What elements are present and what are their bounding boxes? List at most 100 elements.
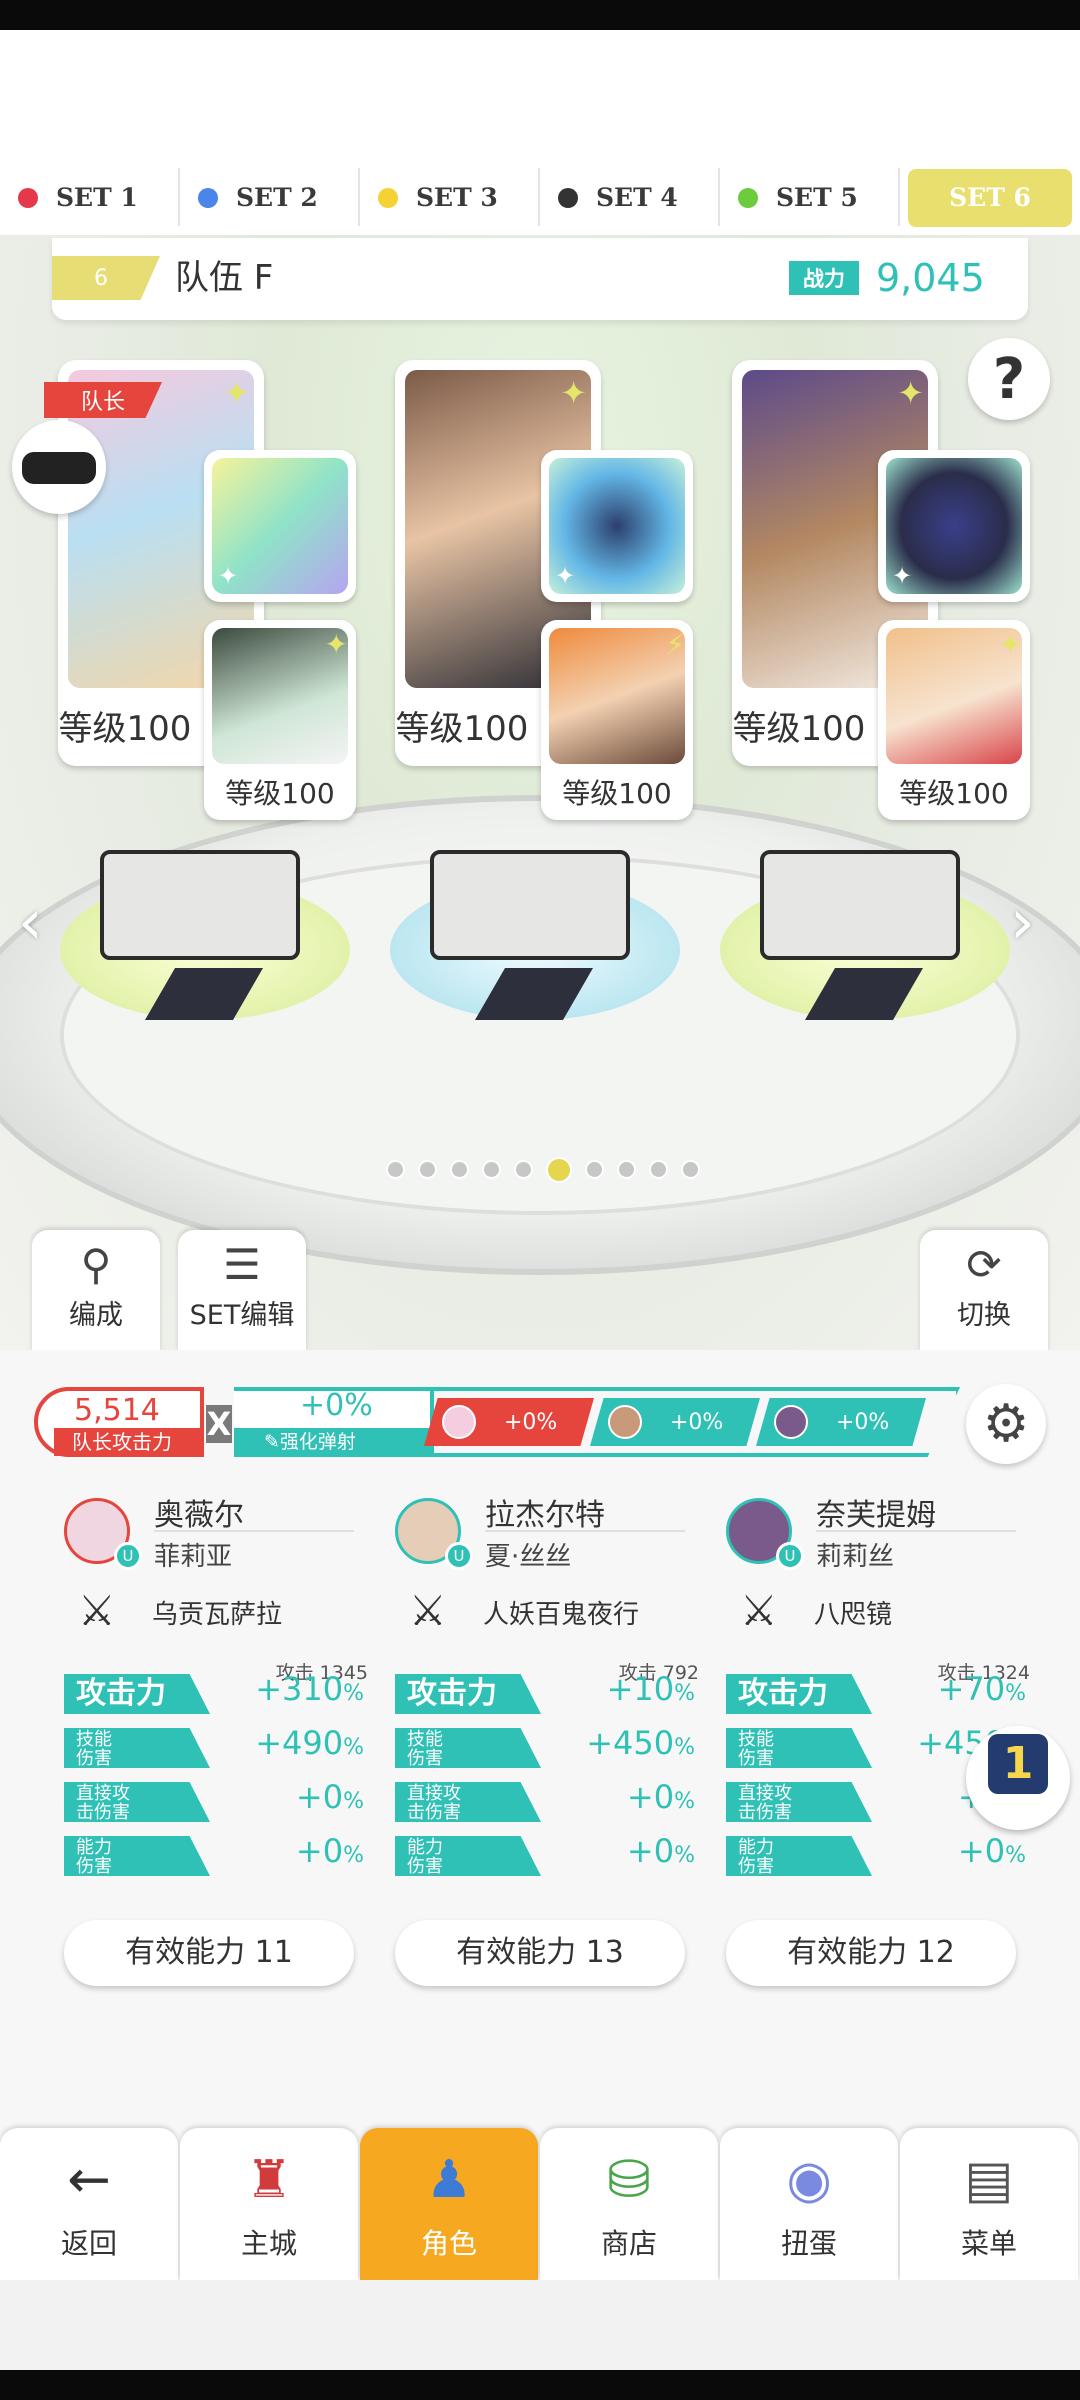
- pedestal-3[interactable]: [720, 850, 1010, 1020]
- set-5-color-dot: [738, 187, 758, 208]
- power-value: 9,045: [876, 256, 985, 300]
- stat-label: 直接攻 击伤害: [726, 1782, 872, 1822]
- help-button[interactable]: ?: [968, 338, 1050, 420]
- pedestal-2[interactable]: [390, 850, 680, 1020]
- boost-label-text: 强化弹射: [279, 1431, 356, 1453]
- leader-attack-value: 5,514: [74, 1393, 160, 1428]
- set-1-color-dot: [18, 187, 38, 208]
- tab-label: SET 4: [596, 183, 678, 212]
- question-icon: ?: [992, 346, 1026, 412]
- boost-label: ✎强化弹射: [234, 1428, 434, 1457]
- sub-hero-card-2[interactable]: ⚡ 等级100: [541, 620, 693, 820]
- page-dot[interactable]: [450, 1160, 469, 1179]
- sub-hero-card-3[interactable]: ✦ 等级100: [878, 620, 1030, 820]
- chip-member-3: +0%: [756, 1398, 926, 1446]
- stat-value: +0%: [627, 1832, 695, 1870]
- page-dot[interactable]: [482, 1160, 501, 1179]
- effective-ability-button[interactable]: 有效能力 12: [726, 1920, 1016, 1986]
- nav-back[interactable]: ← 返回: [0, 2128, 178, 2280]
- unit-icon: U: [114, 1542, 142, 1570]
- page-dot[interactable]: [514, 1160, 533, 1179]
- hero-level: 等级100: [395, 709, 529, 749]
- nav-character[interactable]: ♟ 角色: [360, 2128, 538, 2280]
- percent-sign: %: [343, 1789, 364, 1814]
- power-label: 战力: [789, 261, 859, 295]
- tab-set-1[interactable]: SET 1: [0, 160, 180, 235]
- tab-set-6[interactable]: SET 6: [900, 160, 1080, 235]
- nav-gacha[interactable]: ◉ 扭蛋: [720, 2128, 898, 2280]
- settings-button[interactable]: ⚙: [966, 1384, 1046, 1464]
- sparkle-icon: ✦: [218, 562, 239, 590]
- stat-row-attack: 攻击力 +310%: [64, 1670, 364, 1714]
- nav-menu[interactable]: ▤ 菜单: [900, 2128, 1078, 2280]
- team-name[interactable]: 队伍 F: [175, 256, 273, 300]
- tab-set-5[interactable]: SET 5: [720, 160, 900, 235]
- tab-set-2[interactable]: SET 2: [180, 160, 360, 235]
- page-dot-active[interactable]: [546, 1157, 572, 1183]
- stat-value: +0%: [296, 1778, 364, 1816]
- formation-button[interactable]: ⚲ 编成: [32, 1230, 160, 1352]
- percent-sign: %: [1005, 1843, 1026, 1868]
- member-sub-name: 莉莉丝: [816, 1542, 895, 1572]
- next-arrow-icon[interactable]: ›: [1010, 885, 1035, 958]
- sparkle-icon: ✦: [555, 562, 576, 590]
- effective-ability-button[interactable]: 有效能力 11: [64, 1920, 354, 1986]
- effective-ability-button[interactable]: 有效能力 13: [395, 1920, 685, 1986]
- percent-sign: %: [343, 1735, 364, 1760]
- set-edit-button[interactable]: ☰ SET编辑: [178, 1230, 306, 1352]
- stat-label: 技能 伤害: [395, 1728, 541, 1768]
- weapon-slot-2[interactable]: ✦: [541, 450, 693, 602]
- weapon-slot-3[interactable]: ✦: [878, 450, 1030, 602]
- boost-value: +0%: [300, 1388, 373, 1423]
- prev-arrow-icon[interactable]: ‹: [18, 885, 43, 958]
- weapon-slot-1[interactable]: ✦: [204, 450, 356, 602]
- stat-value: +0%: [627, 1778, 695, 1816]
- stat-number: +0: [957, 1832, 1006, 1870]
- stat-label: 能力 伤害: [64, 1836, 210, 1876]
- stat-value: +10%: [607, 1670, 695, 1708]
- sparkle-icon: ✦: [998, 628, 1022, 661]
- formation-icon: ⚲: [80, 1240, 112, 1289]
- page-dot[interactable]: [585, 1160, 604, 1179]
- nav-shop[interactable]: ⛁ 商店: [540, 2128, 718, 2280]
- rank-badge[interactable]: 1: [966, 1726, 1070, 1830]
- gear-icon: ⚙: [982, 1394, 1030, 1454]
- pedestal-base: [430, 850, 630, 960]
- sub-hero-card-1[interactable]: ✦ 等级100: [204, 620, 356, 820]
- stat-number: +310: [255, 1670, 344, 1708]
- divider: [485, 1530, 685, 1532]
- list-icon: ☰: [223, 1240, 261, 1289]
- page-dot[interactable]: [617, 1160, 636, 1179]
- mask-icon: [22, 452, 96, 484]
- percent-sign: %: [674, 1681, 695, 1706]
- page-dot[interactable]: [649, 1160, 668, 1179]
- sparkle-icon: ✦: [560, 374, 587, 412]
- stat-value: +70%: [938, 1670, 1026, 1708]
- nav-castle[interactable]: ♜ 主城: [180, 2128, 358, 2280]
- stat-row-skill: 技能 伤害 +450%: [395, 1724, 695, 1768]
- sub-hero-level: 等级100: [562, 777, 672, 810]
- member-name: 拉杰尔特: [485, 1498, 605, 1533]
- set-2-color-dot: [198, 187, 218, 208]
- weapon-icon: ⚔: [78, 1586, 116, 1635]
- sparkle-icon: ✦: [897, 374, 924, 412]
- chip-value: +0%: [670, 1409, 724, 1435]
- pedestal-1[interactable]: [60, 850, 350, 1020]
- tab-set-3[interactable]: SET 3: [360, 160, 540, 235]
- tab-set-4[interactable]: SET 4: [540, 160, 720, 235]
- percent-sign: %: [674, 1735, 695, 1760]
- stat-label: 能力 伤害: [395, 1836, 541, 1876]
- nav-label: 角色: [420, 2227, 477, 2260]
- nav-label: 返回: [60, 2227, 117, 2260]
- stat-value: +450%: [586, 1724, 695, 1762]
- leader-attack-label: 队长攻击力: [54, 1428, 204, 1456]
- stat-number: +490: [255, 1724, 344, 1762]
- page-dot[interactable]: [681, 1160, 700, 1179]
- member-name: 奥薇尔: [154, 1498, 244, 1533]
- switch-button[interactable]: ⟳ 切换: [920, 1230, 1048, 1352]
- page-dot[interactable]: [386, 1160, 405, 1179]
- page-dot[interactable]: [418, 1160, 437, 1179]
- chip-value: +0%: [836, 1409, 890, 1435]
- stat-row-ability: 能力 伤害 +0%: [395, 1832, 695, 1876]
- multiply-sign: X: [206, 1405, 232, 1443]
